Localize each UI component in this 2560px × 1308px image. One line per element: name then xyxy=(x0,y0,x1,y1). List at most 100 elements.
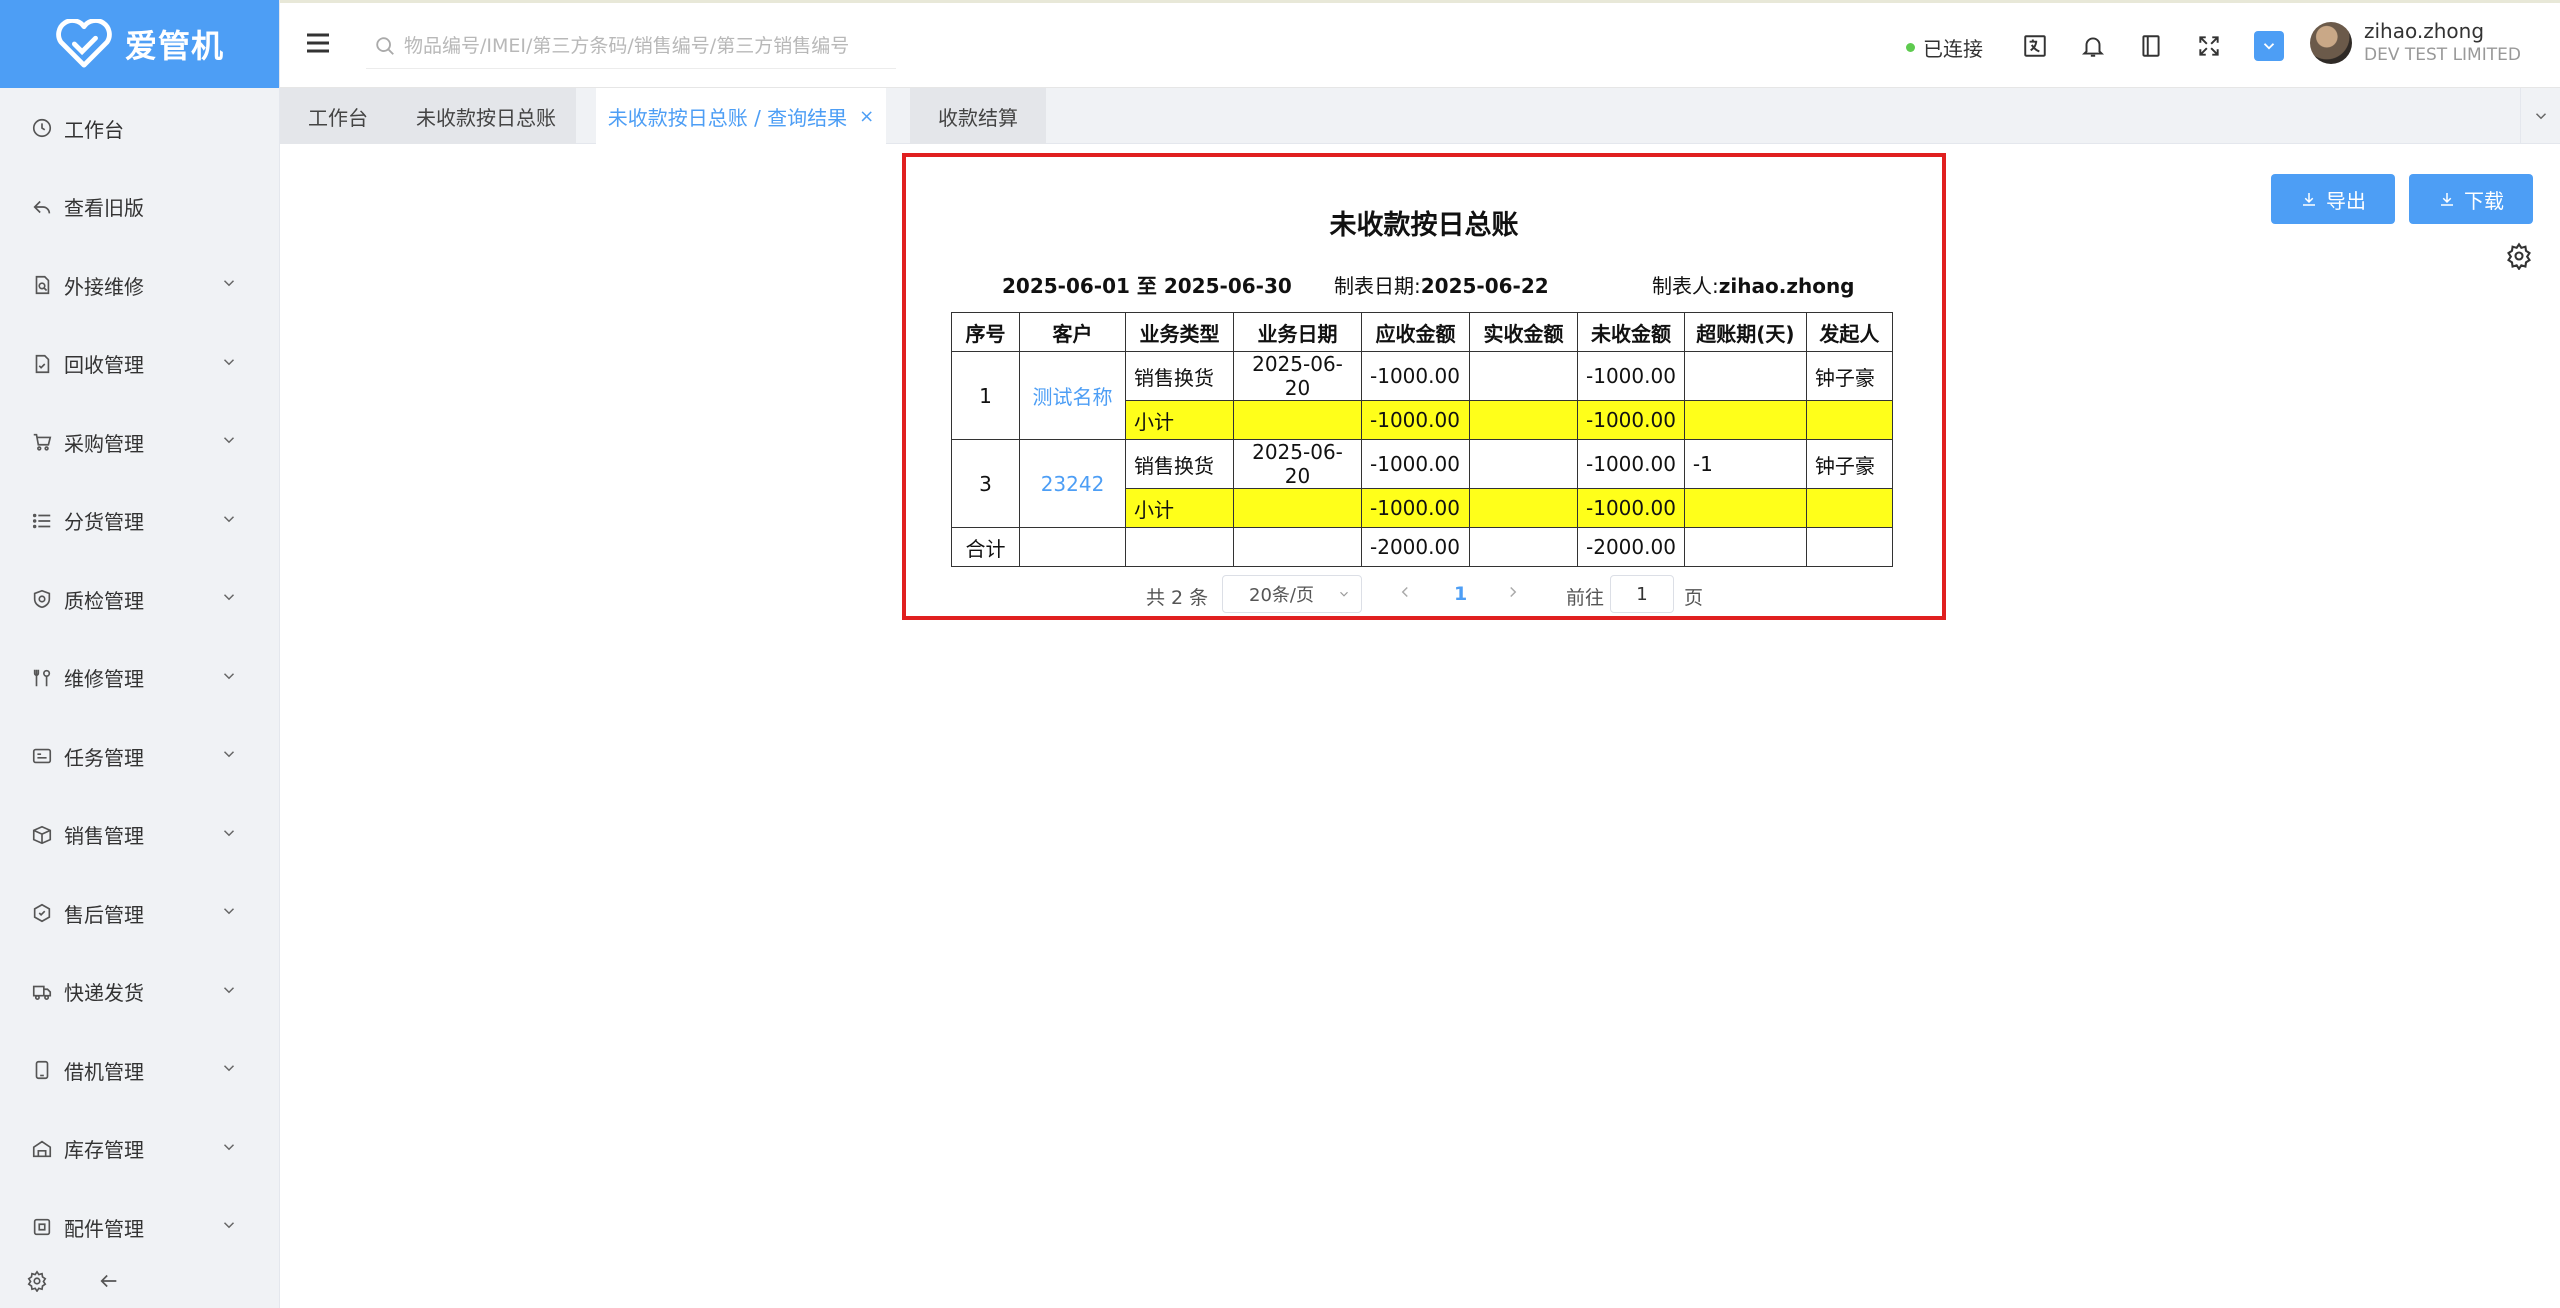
heart-logo-icon xyxy=(56,19,112,68)
page-number-current[interactable]: 1 xyxy=(1454,583,1467,605)
status-dot-icon xyxy=(1906,43,1915,52)
sidebar-item-9[interactable]: 销售管理 xyxy=(0,805,280,865)
report-panel: 未收款按日总账 2025-06-01 至 2025-06-30 制表日期:202… xyxy=(902,153,1946,620)
sidebar-item-14[interactable]: 配件管理 xyxy=(0,1197,280,1257)
sidebar-item-2[interactable]: 外接维修 xyxy=(0,255,280,315)
tabs-more-button[interactable] xyxy=(2520,88,2560,144)
dropdown-toggle-button[interactable] xyxy=(2254,31,2284,61)
sidebar-item-0[interactable]: 工作台 xyxy=(0,98,280,158)
report-date-range: 2025-06-01 至 2025-06-30 xyxy=(1002,274,1292,298)
sidebar-item-5[interactable]: 分货管理 xyxy=(0,491,280,551)
cell-initiator: 钟子豪 xyxy=(1805,351,1893,401)
next-page-button[interactable] xyxy=(1504,583,1528,607)
user-company: DEV TEST LIMITED xyxy=(2364,45,2521,65)
customer-link[interactable]: 23242 xyxy=(1041,472,1105,496)
sidebar-item-6[interactable]: 质检管理 xyxy=(0,569,280,629)
chevron-down-icon xyxy=(220,745,242,767)
sidebar-item-label: 质检管理 xyxy=(64,588,144,613)
hexagon-icon xyxy=(28,899,56,927)
cell-unreceived: -1000.00 xyxy=(1577,351,1685,401)
sidebar-item-11[interactable]: 快递发货 xyxy=(0,962,280,1022)
sidebar-item-12[interactable]: 借机管理 xyxy=(0,1040,280,1100)
collapse-arrow-left-icon[interactable] xyxy=(98,1270,120,1296)
avatar xyxy=(2310,22,2352,64)
report-title: 未收款按日总账 xyxy=(1329,210,1519,241)
download-button[interactable]: 下载 xyxy=(2409,174,2533,224)
column-header: 实收金额 xyxy=(1469,312,1578,352)
chevron-left-icon xyxy=(1401,586,1408,598)
cell-subtotal-label: 小计 xyxy=(1125,488,1234,528)
cell-empty xyxy=(1683,400,1807,440)
report-settings-button[interactable] xyxy=(2505,242,2533,271)
customer-link[interactable]: 测试名称 xyxy=(1033,385,1113,409)
sidebar-item-label: 配件管理 xyxy=(64,1216,144,1241)
tab-workbench[interactable]: 工作台 xyxy=(280,88,396,144)
sidebar-item-label: 快递发货 xyxy=(64,981,144,1005)
cell-empty xyxy=(1805,527,1893,567)
sidebar-item-4[interactable]: 采购管理 xyxy=(0,412,280,472)
phone-icon xyxy=(28,1056,56,1084)
column-header: 未收金额 xyxy=(1577,312,1685,352)
cell-customer: 测试名称 xyxy=(1019,351,1126,440)
notebook-button[interactable] xyxy=(2136,31,2166,61)
sidebar-item-7[interactable]: 维修管理 xyxy=(0,648,280,708)
prev-page-button[interactable] xyxy=(1396,583,1420,607)
tab-label: 工作台 xyxy=(308,105,368,130)
translate-button[interactable] xyxy=(2020,31,2050,61)
column-header: 业务类型 xyxy=(1125,312,1234,352)
search-input[interactable] xyxy=(404,34,894,57)
user-profile[interactable]: zihao.zhong DEV TEST LIMITED xyxy=(2310,19,2521,67)
sidebar-item-13[interactable]: 库存管理 xyxy=(0,1119,280,1179)
tab-unpaid-daily-ledger[interactable]: 未收款按日总账 xyxy=(396,88,576,144)
task-card-icon xyxy=(28,742,56,770)
column-header: 超账期(天) xyxy=(1683,312,1807,352)
sidebar-item-10[interactable]: 售后管理 xyxy=(0,883,280,943)
settings-gear-icon[interactable] xyxy=(26,1270,48,1296)
column-header: 客户 xyxy=(1019,312,1126,352)
report-made-date: 制表日期:2025-06-22 xyxy=(1334,274,1549,298)
cell-empty xyxy=(1683,488,1807,528)
chevron-down-icon xyxy=(2263,43,2275,50)
tab-unpaid-daily-ledger-result[interactable]: 未收款按日总账 / 查询结果 × xyxy=(596,88,886,144)
cell-subtotal-receivable: -1000.00 xyxy=(1361,400,1470,440)
chevron-down-icon xyxy=(220,1059,242,1081)
page-suffix: 页 xyxy=(1684,587,1704,609)
app-root: 爱管机 工作台查看旧版外接维修回收管理采购管理分货管理质检管理维修管理任务管理销… xyxy=(0,0,2560,1308)
column-header: 序号 xyxy=(951,312,1020,352)
table-row: 3 23242 销售换货 2025-06-20 -1000.00 -1000.0… xyxy=(951,439,1893,528)
cell-empty xyxy=(1233,400,1362,440)
pagination-total: 共 2 条 xyxy=(1146,587,1209,609)
top-header: 已连接 zihao.zhong DEV TEST LIMITED xyxy=(280,0,2560,88)
tab-close-icon[interactable]: × xyxy=(859,106,874,127)
download-label: 下载 xyxy=(2464,188,2504,213)
hamburger-icon xyxy=(307,33,329,53)
cell-total-label: 合计 xyxy=(951,527,1020,567)
app-logo[interactable]: 爱管机 xyxy=(0,0,279,88)
list-icon xyxy=(28,507,56,535)
warehouse-icon xyxy=(28,1135,56,1163)
chevron-down-icon xyxy=(220,1138,242,1160)
sidebar-item-label: 售后管理 xyxy=(64,902,144,927)
fullscreen-button[interactable] xyxy=(2194,31,2224,61)
cell-overdue xyxy=(1683,351,1807,401)
shield-check-icon xyxy=(28,585,56,613)
cell-subtotal-receivable: -1000.00 xyxy=(1361,488,1470,528)
page-size-select[interactable]: 20条/页 xyxy=(1222,575,1362,613)
sidebar-item-3[interactable]: 回收管理 xyxy=(0,334,280,394)
cell-date: 2025-06-20 xyxy=(1233,439,1362,489)
export-button[interactable]: 导出 xyxy=(2271,174,2395,224)
sidebar-item-8[interactable]: 任务管理 xyxy=(0,726,280,786)
cart-icon xyxy=(28,428,56,456)
sidebar-item-1[interactable]: 查看旧版 xyxy=(0,177,280,237)
cell-customer: 23242 xyxy=(1019,439,1126,528)
truck-icon xyxy=(28,978,56,1006)
tab-payment-settlement[interactable]: 收款结算 xyxy=(910,88,1046,144)
goto-page-input[interactable] xyxy=(1610,575,1674,613)
download-icon xyxy=(2303,193,2315,206)
notifications-button[interactable] xyxy=(2078,31,2108,61)
cell-subtotal-label: 小计 xyxy=(1125,400,1234,440)
column-header: 业务日期 xyxy=(1233,312,1362,352)
goto-label: 前往 xyxy=(1566,587,1605,609)
reply-icon xyxy=(28,193,56,221)
menu-toggle-button[interactable] xyxy=(304,29,336,61)
